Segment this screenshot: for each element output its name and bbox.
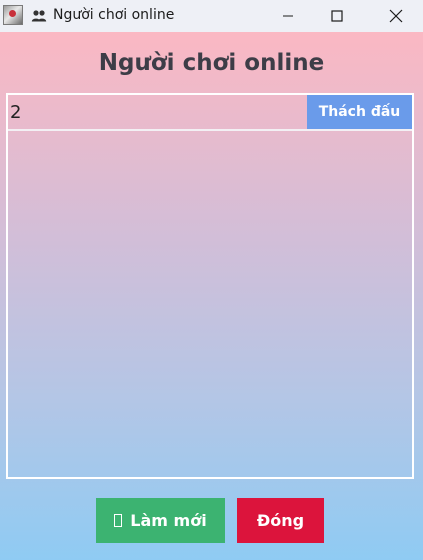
- minimize-icon: [283, 15, 293, 17]
- window-close-button[interactable]: [373, 0, 419, 32]
- refresh-button[interactable]: Làm mới: [96, 498, 225, 543]
- refresh-icon: [114, 514, 123, 527]
- title-bar[interactable]: Người chơi online: [0, 0, 423, 32]
- page-title: Người chơi online: [98, 50, 325, 76]
- player-name: 2: [10, 102, 22, 123]
- people-icon: [31, 10, 47, 22]
- window: Người chơi online Người chơi online 2 Th…: [0, 0, 423, 560]
- challenge-button[interactable]: Thách đấu: [307, 95, 412, 129]
- player-row: 2 Thách đấu: [8, 95, 412, 131]
- close-icon: [389, 9, 403, 23]
- online-players-list[interactable]: 2 Thách đấu: [6, 93, 414, 479]
- refresh-button-label: Làm mới: [130, 511, 207, 530]
- minimize-button[interactable]: [265, 0, 311, 32]
- close-button[interactable]: Đóng: [237, 498, 324, 543]
- window-title: Người chơi online: [53, 7, 175, 23]
- content-area: Người chơi online 2 Thách đấu Làm mới Đó…: [0, 32, 423, 560]
- close-button-label: Đóng: [256, 511, 305, 530]
- app-icon[interactable]: [3, 5, 23, 25]
- maximize-icon: [331, 10, 343, 22]
- maximize-button[interactable]: [314, 0, 360, 32]
